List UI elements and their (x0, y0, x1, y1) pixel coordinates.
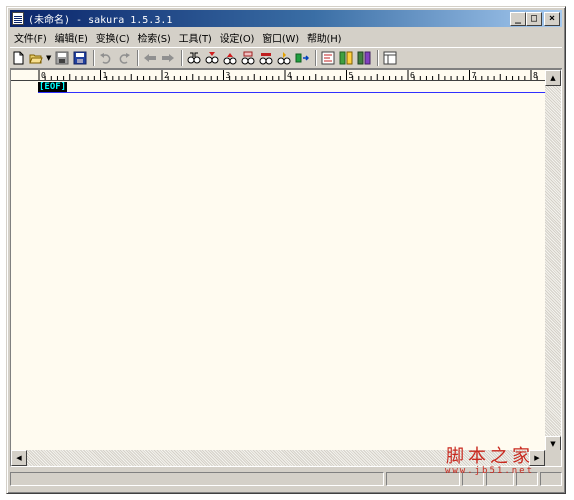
application-window: (未命名) - sakura 1.5.3.1 _ □ × 文件(F) 编辑(E)… (6, 6, 566, 494)
status-insert-panel (540, 472, 562, 486)
toolbar-separator (181, 50, 183, 66)
minimize-button[interactable]: _ (510, 11, 526, 26)
save-all-icon[interactable] (72, 50, 88, 66)
compare-icon[interactable] (294, 50, 310, 66)
toolbar-separator (377, 50, 379, 66)
menu-window[interactable]: 窗口(W) (258, 30, 303, 45)
menu-convert[interactable]: 变换(C) (92, 30, 134, 45)
editor-area[interactable]: 012345678 [EOF] ▲ ▼ ◀ ▶ (10, 69, 562, 467)
status-message-panel (10, 472, 384, 486)
outline-icon[interactable] (320, 50, 336, 66)
watermark: 脚本之家 www.jb51.net (445, 442, 534, 476)
window-title: (未命名) - sakura 1.5.3.1 (28, 15, 173, 26)
settings-icon[interactable] (356, 50, 372, 66)
toolbar: ▼ (10, 47, 562, 69)
replace-icon[interactable] (240, 50, 256, 66)
undo-icon[interactable] (98, 50, 114, 66)
find-prev-icon[interactable] (222, 50, 238, 66)
app-icon[interactable] (12, 12, 24, 25)
maximize-button[interactable]: □ (526, 11, 542, 26)
watermark-url: www.jb51.net (444, 466, 534, 476)
menu-help[interactable]: 帮助(H) (303, 30, 345, 45)
menu-edit[interactable]: 编辑(E) (51, 30, 92, 45)
new-file-icon[interactable] (10, 50, 26, 66)
scroll-up-button[interactable]: ▲ (545, 70, 561, 86)
menu-search[interactable]: 检索(S) (133, 30, 174, 45)
cursor-line (38, 92, 545, 93)
close-button[interactable]: × (544, 11, 560, 26)
jump-back-icon[interactable] (142, 50, 158, 66)
find-icon[interactable] (186, 50, 202, 66)
tag-jump-icon[interactable] (276, 50, 292, 66)
menu-tools[interactable]: 工具(T) (175, 30, 216, 45)
ruler-ticks: 012345678 (38, 70, 538, 80)
scrollbar-corner (545, 450, 561, 466)
jump-forward-icon[interactable] (160, 50, 176, 66)
menu-bar: 文件(F) 编辑(E) 变换(C) 检索(S) 工具(T) 设定(O) 窗口(W… (10, 28, 562, 46)
toolbar-separator (137, 50, 139, 66)
grep-icon[interactable] (258, 50, 274, 66)
ruler: 012345678 (11, 70, 545, 81)
open-dropdown-icon[interactable]: ▼ (46, 54, 52, 62)
redo-icon[interactable] (116, 50, 132, 66)
find-next-icon[interactable] (204, 50, 220, 66)
open-file-icon[interactable] (28, 50, 44, 66)
function-list-icon[interactable] (338, 50, 354, 66)
eof-marker: [EOF] (38, 82, 68, 92)
save-icon[interactable] (54, 50, 70, 66)
toolbar-separator (93, 50, 95, 66)
toolbar-separator (315, 50, 317, 66)
title-bar[interactable]: (未命名) - sakura 1.5.3.1 _ □ × (10, 10, 562, 27)
menu-settings[interactable]: 设定(O) (216, 30, 259, 45)
scroll-left-button[interactable]: ◀ (11, 450, 27, 466)
text-area[interactable]: [EOF] (11, 81, 545, 451)
watermark-text: 脚本之家 (446, 446, 534, 467)
window-list-icon[interactable] (382, 50, 398, 66)
vertical-scrollbar[interactable]: ▲ ▼ (545, 70, 561, 452)
menu-file[interactable]: 文件(F) (10, 30, 51, 45)
